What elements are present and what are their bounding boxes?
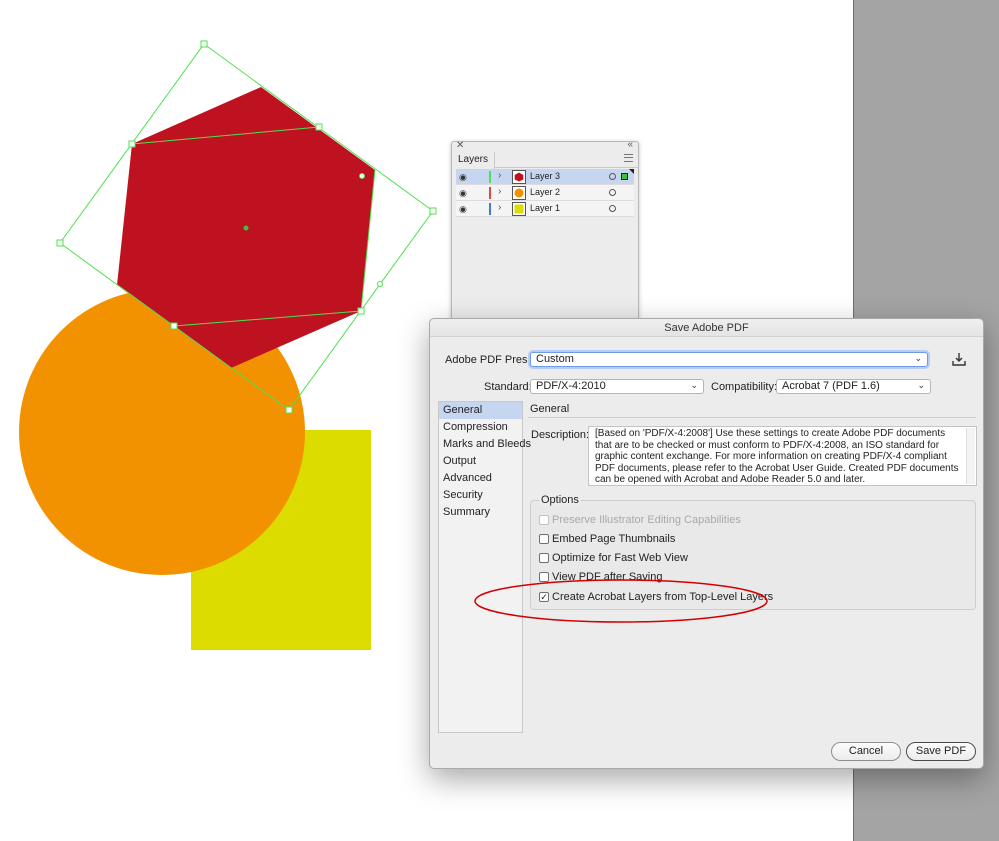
layer-thumbnail <box>512 170 526 184</box>
option-label[interactable]: Optimize for Fast Web View <box>552 552 688 564</box>
layer-row-layer-3[interactable]: ◉ › Layer 3 <box>456 169 634 185</box>
chevron-down-icon: ⌄ <box>917 380 925 390</box>
layer-thumbnail <box>512 186 526 200</box>
target-icon[interactable] <box>609 173 616 180</box>
description-scrollbar[interactable] <box>966 428 975 484</box>
eye-icon[interactable]: ◉ <box>459 172 467 183</box>
layer-name[interactable]: Layer 3 <box>530 171 560 181</box>
nav-item-general[interactable]: General <box>439 402 522 419</box>
layer-color-bar <box>489 203 491 215</box>
nav-item-marks-and-bleeds[interactable]: Marks and Bleeds <box>439 436 531 453</box>
standard-value: PDF/X-4:2010 <box>536 380 606 392</box>
nav-item-compression[interactable]: Compression <box>439 419 522 436</box>
option-label: Preserve Illustrator Editing Capabilitie… <box>552 514 741 526</box>
standard-select[interactable]: PDF/X-4:2010 ⌄ <box>530 379 704 394</box>
layer-color-bar <box>489 171 491 183</box>
nav-item-output[interactable]: Output <box>439 453 522 470</box>
compatibility-select[interactable]: Acrobat 7 (PDF 1.6) ⌄ <box>776 379 931 394</box>
options-group: Options Preserve Illustrator Editing Cap… <box>530 494 976 610</box>
compatibility-label: Compatibility: <box>711 381 778 393</box>
close-icon[interactable]: ✕ <box>456 140 464 151</box>
chevron-down-icon: ⌄ <box>914 353 922 363</box>
checkbox <box>539 515 549 525</box>
chevron-right-icon[interactable]: › <box>498 170 501 181</box>
layer-thumbnail <box>512 202 526 216</box>
tab-layers[interactable]: Layers <box>452 152 496 169</box>
standard-label: Standard: <box>484 381 532 393</box>
panel-menu-icon[interactable] <box>624 154 633 162</box>
nav-item-security[interactable]: Security <box>439 487 522 504</box>
section-title: General <box>530 403 570 415</box>
checkbox[interactable] <box>539 572 549 582</box>
checkbox[interactable] <box>539 553 549 563</box>
option-label[interactable]: Create Acrobat Layers from Top-Level Lay… <box>552 591 773 603</box>
nav-item-summary[interactable]: Summary <box>439 504 522 521</box>
layer-color-bar <box>489 187 491 199</box>
layer-row-layer-1[interactable]: ◉ › Layer 1 <box>456 201 634 217</box>
target-icon[interactable] <box>609 205 616 212</box>
layer-name[interactable]: Layer 2 <box>530 187 560 197</box>
checkbox[interactable] <box>539 534 549 544</box>
preset-value: Custom <box>536 353 574 365</box>
save-preset-icon[interactable] <box>951 351 967 367</box>
chevron-right-icon[interactable]: › <box>498 186 501 197</box>
chevron-right-icon[interactable]: › <box>498 202 501 213</box>
layer-row-layer-2[interactable]: ◉ › Layer 2 <box>456 185 634 201</box>
layers-panel[interactable]: ✕ « Layers ◉ › Layer 3 ◉ › Layer 2 ◉ › L… <box>451 139 639 321</box>
layers-list: ◉ › Layer 3 ◉ › Layer 2 ◉ › Layer 1 <box>456 169 634 217</box>
save-pdf-button[interactable]: Save PDF <box>906 742 976 761</box>
category-list: General Compression Marks and Bleeds Out… <box>438 401 531 733</box>
layer-name[interactable]: Layer 1 <box>530 203 560 213</box>
layers-panel-header: ✕ « <box>452 139 638 152</box>
description-textbox[interactable]: [Based on 'PDF/X-4:2008'] Use these sett… <box>588 426 977 486</box>
collapse-icon[interactable]: « <box>627 139 633 150</box>
chevron-down-icon: ⌄ <box>690 380 698 390</box>
target-icon[interactable] <box>609 189 616 196</box>
option-label[interactable]: View PDF after Saving <box>552 571 662 583</box>
center-point <box>243 225 249 231</box>
nav-item-advanced[interactable]: Advanced <box>439 470 522 487</box>
description-label: Description: <box>531 429 590 441</box>
compatibility-value: Acrobat 7 (PDF 1.6) <box>782 380 880 392</box>
checkbox-checked[interactable]: ✓ <box>539 592 549 602</box>
eye-icon[interactable]: ◉ <box>459 188 467 199</box>
preset-label: Adobe PDF Preset: <box>445 354 540 366</box>
cancel-button[interactable]: Cancel <box>831 742 901 761</box>
section-divider <box>528 417 976 418</box>
description-text: [Based on 'PDF/X-4:2008'] Use these sett… <box>595 428 959 486</box>
save-pdf-dialog: Save Adobe PDF Adobe PDF Preset: Custom … <box>429 318 984 769</box>
selected-art-indicator[interactable] <box>621 173 628 180</box>
layers-panel-tabbar: Layers <box>452 152 638 169</box>
dialog-title: Save Adobe PDF <box>430 319 983 337</box>
options-legend: Options <box>539 494 581 506</box>
current-layer-indicator <box>629 169 634 174</box>
preset-select[interactable]: Custom ⌄ <box>530 352 928 367</box>
eye-icon[interactable]: ◉ <box>459 204 467 215</box>
option-label[interactable]: Embed Page Thumbnails <box>552 533 675 545</box>
